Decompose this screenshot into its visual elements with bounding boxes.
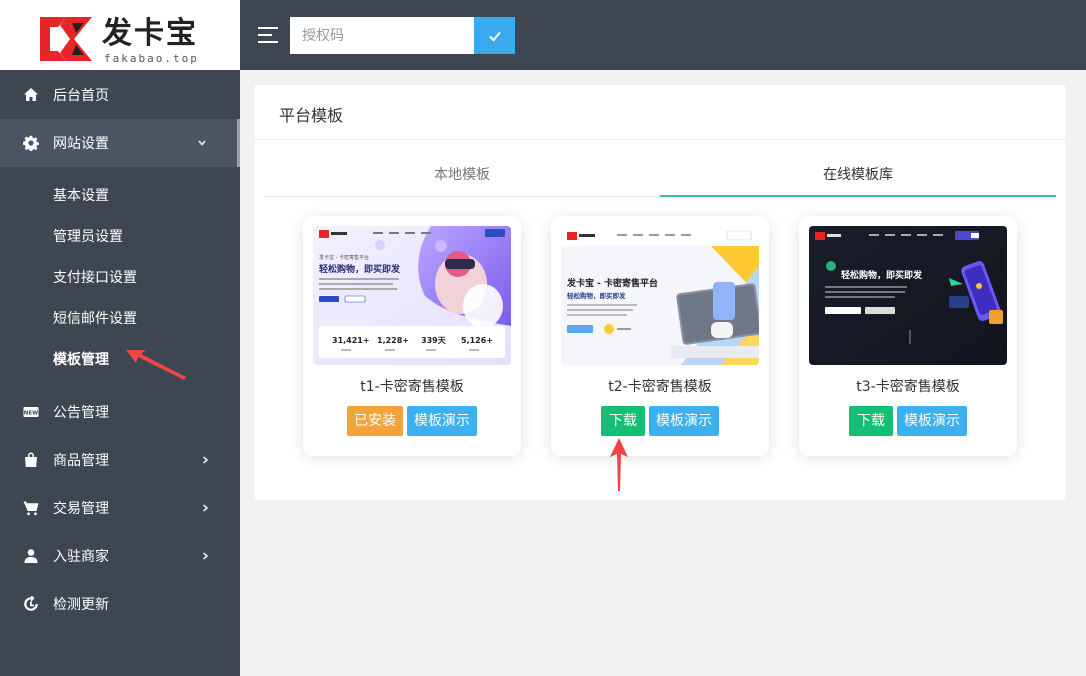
demo-button[interactable]: 模板演示: [407, 406, 477, 436]
sidebar-item-products[interactable]: 商品管理: [0, 436, 240, 484]
template-preview-t1[interactable]: 发卡宝 - 卡密寄售平台 轻松购物，即买即发 31,421+ 1,228+ 33…: [313, 226, 511, 365]
installed-button[interactable]: 已安装: [347, 406, 403, 436]
preview-tagline: 发卡宝 - 卡密寄售平台: [319, 254, 369, 261]
chevron-right-icon: [200, 453, 212, 465]
home-icon: [22, 86, 40, 104]
svg-text:NEW: NEW: [24, 411, 38, 417]
sidebar-item-label: 入驻商家: [53, 549, 109, 565]
template-name: t2-卡密寄售模板: [608, 379, 712, 395]
sidebar-item-label: 公告管理: [53, 405, 109, 421]
demo-button[interactable]: 模板演示: [897, 406, 967, 436]
logo-domain: fakabao.top: [104, 52, 199, 65]
template-card-t1: 发卡宝 - 卡密寄售平台 轻松购物，即买即发 31,421+ 1,228+ 33…: [303, 216, 521, 456]
download-button[interactable]: 下载: [849, 406, 893, 436]
sidebar-item-check-updates[interactable]: 检测更新: [0, 580, 240, 628]
refresh-icon: [22, 595, 40, 613]
preview-stat: 5,126+: [461, 336, 493, 345]
template-name: t1-卡密寄售模板: [360, 379, 464, 395]
news-icon: NEW: [22, 403, 40, 421]
sidebar-item-label: 后台首页: [53, 88, 109, 104]
annotation-arrow-icon: [126, 350, 186, 380]
cart-icon: [22, 499, 40, 517]
preview-headline: 轻松购物，即买即发: [841, 269, 923, 281]
tab-local-templates[interactable]: 本地模板: [264, 157, 660, 197]
logo-title: 发卡宝: [102, 16, 198, 51]
logo[interactable]: 发卡宝 fakabao.top: [0, 0, 240, 70]
template-card-t3: 轻松购物，即买即发 t3-卡密寄售模板 下载 模板演示: [799, 216, 1017, 456]
sidebar-item-label: 交易管理: [53, 501, 109, 517]
download-button[interactable]: 下载: [601, 406, 645, 436]
chevron-down-icon: [197, 136, 209, 148]
sidebar-item-home[interactable]: 后台首页: [0, 71, 240, 119]
preview-stat: 31,421+: [332, 336, 370, 345]
template-name: t3-卡密寄售模板: [856, 379, 960, 395]
user-icon: [22, 547, 40, 565]
check-icon: [488, 31, 501, 41]
divider: [255, 139, 1065, 140]
auth-submit-button[interactable]: [474, 17, 515, 54]
preview-headline: 轻松购物，即买即发: [319, 263, 401, 275]
sidebar-item-label: 检测更新: [53, 597, 109, 613]
sidebar-subitem-template-management[interactable]: 模板管理: [0, 338, 240, 379]
template-preview-t3[interactable]: 轻松购物，即买即发: [809, 226, 1007, 365]
sidebar-subitem-payment-settings[interactable]: 支付接口设置: [0, 256, 240, 297]
chevron-right-icon: [200, 501, 212, 513]
template-preview-t2[interactable]: 发卡宝 - 卡密寄售平台 轻松购物，即买即发: [561, 226, 759, 365]
chevron-right-icon: [200, 549, 212, 561]
logo-icon: [40, 17, 92, 61]
preview-stat: 1,228+: [377, 336, 409, 345]
sidebar-item-transactions[interactable]: 交易管理: [0, 484, 240, 532]
auth-code-input[interactable]: [290, 17, 474, 54]
preview-tagline: 轻松购物，即买即发: [567, 291, 626, 300]
top-bar: [240, 0, 1086, 70]
templates-panel: 平台模板 本地模板 在线模板库 发卡宝 - 卡密寄售平台 轻松购物，即买即发 3…: [255, 85, 1065, 500]
sidebar-item-announcements[interactable]: NEW 公告管理: [0, 388, 240, 436]
sidebar-item-label: 网站设置: [53, 136, 109, 152]
page-title: 平台模板: [279, 106, 344, 125]
preview-stat: 339天: [421, 336, 447, 345]
bag-icon: [22, 451, 40, 469]
annotation-arrow-icon: [610, 438, 628, 491]
sidebar-item-label: 商品管理: [53, 453, 109, 469]
sidebar-item-site-settings[interactable]: 网站设置: [0, 119, 240, 167]
preview-headline: 发卡宝 - 卡密寄售平台: [566, 277, 658, 289]
sidebar-item-merchants[interactable]: 入驻商家: [0, 532, 240, 580]
sidebar-subitem-sms-email-settings[interactable]: 短信邮件设置: [0, 297, 240, 338]
sidebar-subitem-admin-settings[interactable]: 管理员设置: [0, 215, 240, 256]
sidebar: 发卡宝 fakabao.top 后台首页 网站设置 基本设置 管理员设置 支付接…: [0, 0, 240, 676]
tab-online-templates[interactable]: 在线模板库: [660, 157, 1056, 197]
demo-button[interactable]: 模板演示: [649, 406, 719, 436]
menu-toggle-icon[interactable]: [258, 27, 278, 43]
gear-icon: [22, 134, 40, 152]
template-card-t2: 发卡宝 - 卡密寄售平台 轻松购物，即买即发 t2-卡密寄售模板 下载 模板演示: [551, 216, 769, 456]
sidebar-subitem-basic-settings[interactable]: 基本设置: [0, 174, 240, 215]
